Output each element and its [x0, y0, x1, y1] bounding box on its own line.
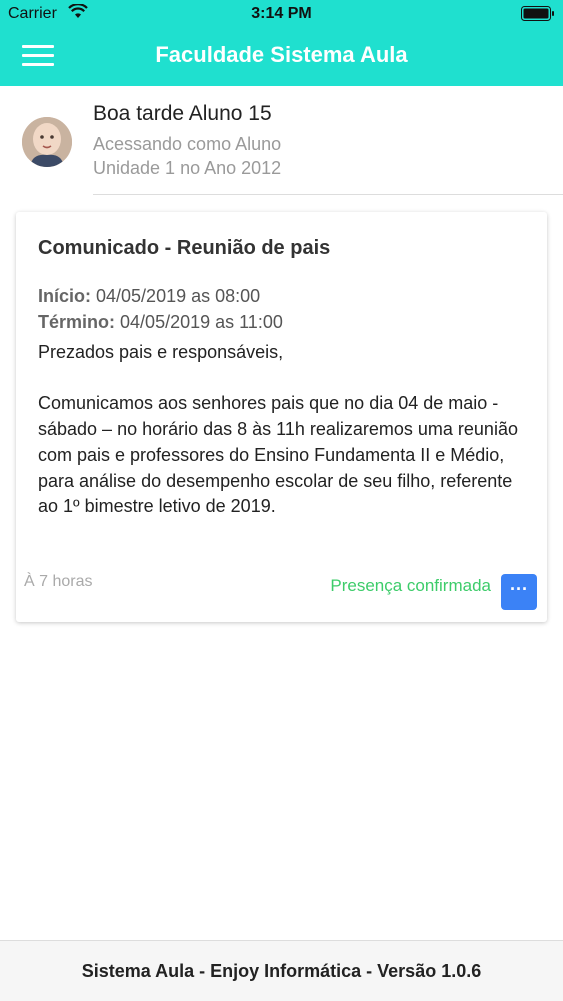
announcement-body: Prezados pais e responsáveis, Comunicamo… [38, 342, 518, 517]
avatar [22, 117, 72, 167]
time-ago: À 7 horas [24, 573, 93, 590]
user-greeting: Boa tarde Aluno 15 [93, 102, 272, 125]
start-datetime: Início: 04/05/2019 as 08:00 [38, 286, 260, 307]
end-value: 04/05/2019 as 11:00 [120, 312, 283, 332]
app-header: Faculdade Sistema Aula [0, 28, 563, 86]
more-options-button[interactable]: ··· [501, 574, 537, 610]
app-title: Faculdade Sistema Aula [155, 42, 408, 67]
user-unit: Unidade 1 no Ano 2012 [93, 158, 282, 178]
end-datetime: Término: 04/05/2019 as 11:00 [38, 312, 283, 333]
presence-status: Presença confirmada [330, 576, 491, 595]
user-info-section: Boa tarde Aluno 15 Acessando como Aluno … [0, 86, 563, 196]
start-label: Início: [38, 286, 91, 306]
announcement-card[interactable]: Comunicado - Reunião de pais Início: 04/… [16, 212, 547, 622]
avatar-image-icon [22, 117, 72, 167]
battery-icon [521, 6, 554, 21]
user-role: Acessando como Aluno [93, 134, 282, 154]
status-time: 3:14 PM [251, 5, 312, 22]
end-label: Término: [38, 312, 116, 332]
announcement-title: Comunicado - Reunião de pais [38, 237, 331, 259]
status-bar: Carrier 3:14 PM [0, 0, 563, 28]
footer: Sistema Aula - Enjoy Informática - Versã… [0, 940, 563, 1001]
footer-version-text: Sistema Aula - Enjoy Informática - Versã… [81, 961, 482, 981]
divider [93, 194, 563, 195]
start-value: 04/05/2019 as 08:00 [96, 286, 261, 306]
